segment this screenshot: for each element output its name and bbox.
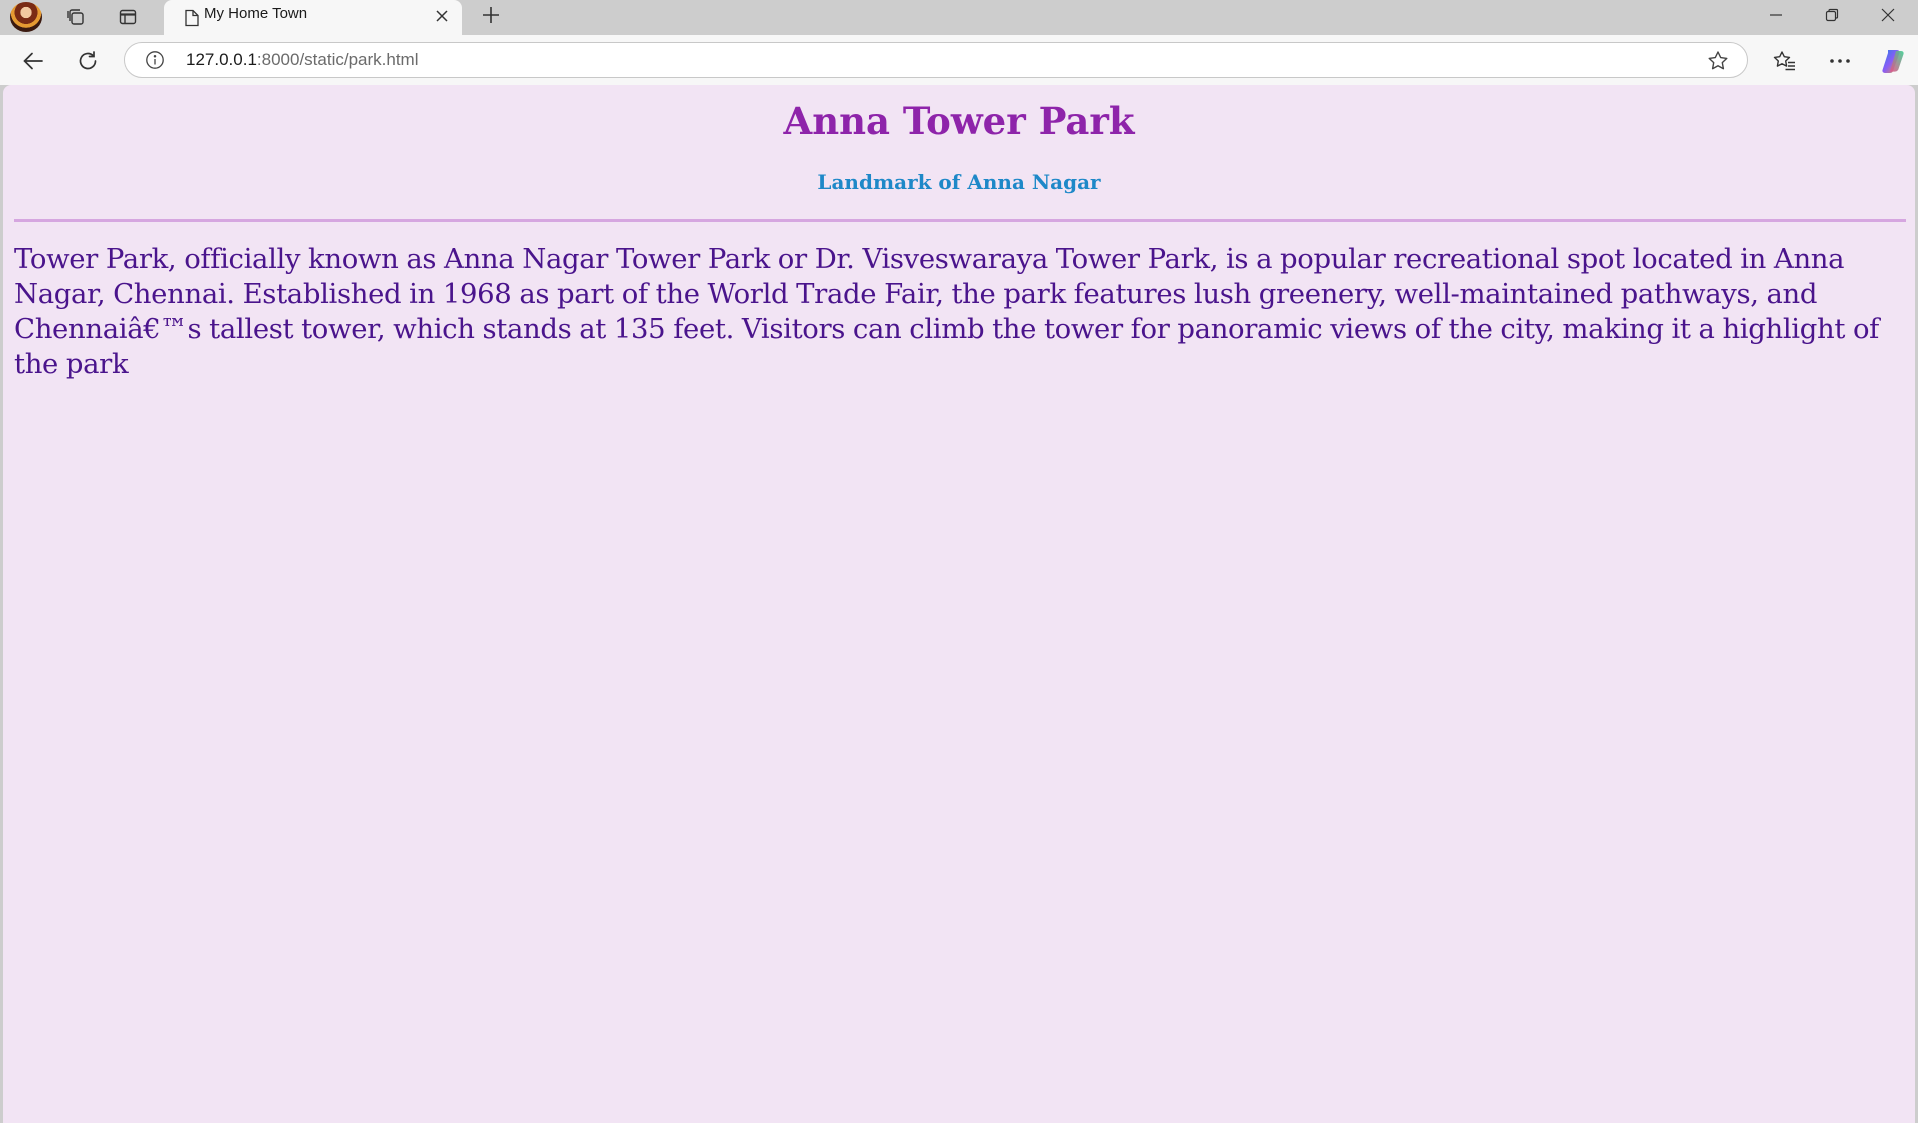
close-icon[interactable]: [432, 6, 452, 26]
url-text: 127.0.0.1:8000/static/park.html: [186, 43, 418, 77]
star-icon[interactable]: [1707, 50, 1729, 77]
copilot-icon[interactable]: [1875, 43, 1911, 79]
new-tab-button[interactable]: [474, 2, 508, 32]
tab-my-home-town[interactable]: My Home Town: [164, 0, 462, 35]
tab-title: My Home Town: [204, 5, 308, 22]
info-icon[interactable]: [145, 50, 165, 75]
page-icon: [184, 9, 200, 32]
workspaces-icon[interactable]: [59, 2, 93, 32]
favorites-icon[interactable]: [1767, 43, 1803, 79]
restore-icon[interactable]: [1804, 0, 1860, 30]
address-bar[interactable]: 127.0.0.1:8000/static/park.html: [124, 42, 1748, 78]
url-host: 127.0.0.1: [186, 50, 257, 69]
browser-window: My Home Town 127.0.0.1:8000/static/park.…: [0, 0, 1918, 1123]
close-window-icon[interactable]: [1860, 0, 1916, 30]
reload-icon[interactable]: [70, 43, 106, 79]
minimize-icon[interactable]: [1748, 0, 1804, 30]
description-paragraph: Tower Park, officially known as Anna Nag…: [14, 243, 1879, 380]
page-title: Anna Tower Park: [783, 99, 1135, 143]
page-subtitle: Landmark of Anna Nagar: [817, 170, 1101, 194]
avatar[interactable]: [10, 2, 42, 32]
toolbar: 127.0.0.1:8000/static/park.html: [0, 35, 1918, 85]
url-path: :8000/static/park.html: [256, 50, 419, 69]
plus-icon: [482, 6, 500, 29]
tab-actions-icon[interactable]: [111, 2, 145, 32]
back-arrow-icon[interactable]: [15, 43, 51, 79]
more-icon[interactable]: [1822, 43, 1858, 79]
tab-strip: My Home Town: [0, 0, 1918, 35]
divider: [14, 219, 1906, 222]
page-viewport: Anna Tower Park Landmark of Anna Nagar T…: [3, 85, 1915, 1123]
